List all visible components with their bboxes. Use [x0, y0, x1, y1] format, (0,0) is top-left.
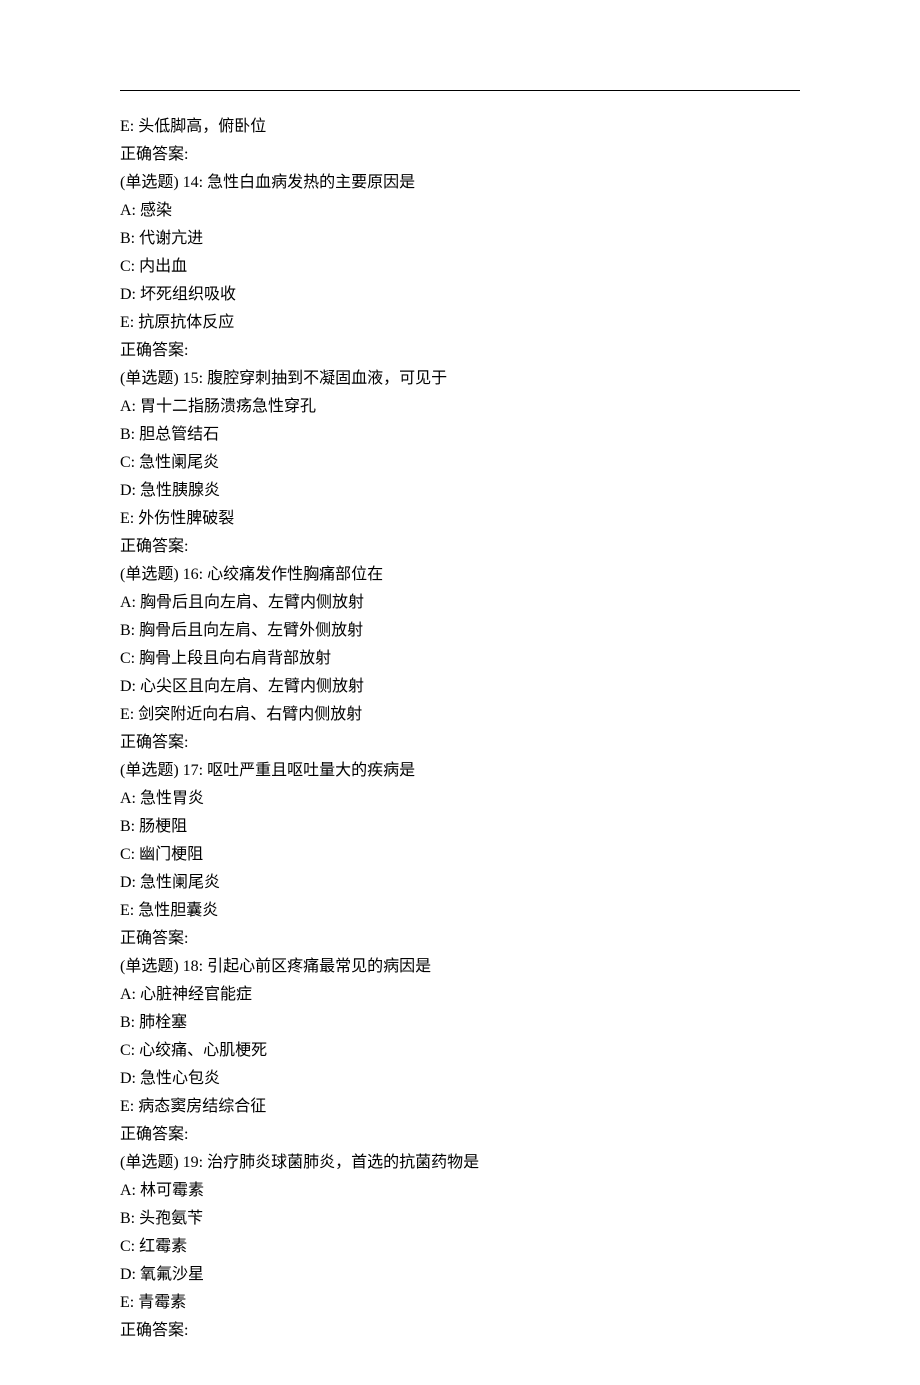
document-page: E: 头低脚高，俯卧位 正确答案: (单选题) 14: 急性白血病发热的主要原因… — [0, 0, 920, 1385]
text-line: E: 外伤性脾破裂 — [120, 505, 800, 533]
text-line: C: 胸骨上段且向右肩背部放射 — [120, 645, 800, 673]
top-rule — [120, 90, 800, 91]
text-line: 正确答案: — [120, 533, 800, 561]
text-line: A: 感染 — [120, 197, 800, 225]
text-line: D: 坏死组织吸收 — [120, 281, 800, 309]
text-line: C: 急性阑尾炎 — [120, 449, 800, 477]
text-line: C: 内出血 — [120, 253, 800, 281]
text-line: A: 胸骨后且向左肩、左臂内侧放射 — [120, 589, 800, 617]
text-line: (单选题) 14: 急性白血病发热的主要原因是 — [120, 169, 800, 197]
text-line: B: 胸骨后且向左肩、左臂外侧放射 — [120, 617, 800, 645]
text-line: (单选题) 16: 心绞痛发作性胸痛部位在 — [120, 561, 800, 589]
text-line: 正确答案: — [120, 141, 800, 169]
text-line: B: 肺栓塞 — [120, 1009, 800, 1037]
text-line: E: 青霉素 — [120, 1289, 800, 1317]
text-line: C: 幽门梗阻 — [120, 841, 800, 869]
text-line: E: 头低脚高，俯卧位 — [120, 113, 800, 141]
text-line: E: 急性胆囊炎 — [120, 897, 800, 925]
text-line: (单选题) 18: 引起心前区疼痛最常见的病因是 — [120, 953, 800, 981]
text-line: 正确答案: — [120, 1121, 800, 1149]
text-line: D: 急性阑尾炎 — [120, 869, 800, 897]
text-line: 正确答案: — [120, 337, 800, 365]
text-line: A: 急性胃炎 — [120, 785, 800, 813]
text-line: 正确答案: — [120, 925, 800, 953]
text-line: (单选题) 15: 腹腔穿刺抽到不凝固血液，可见于 — [120, 365, 800, 393]
text-line: 正确答案: — [120, 729, 800, 757]
text-line: D: 急性心包炎 — [120, 1065, 800, 1093]
text-line: C: 心绞痛、心肌梗死 — [120, 1037, 800, 1065]
text-line: D: 心尖区且向左肩、左臂内侧放射 — [120, 673, 800, 701]
text-line: E: 剑突附近向右肩、右臂内侧放射 — [120, 701, 800, 729]
text-line: D: 氧氟沙星 — [120, 1261, 800, 1289]
text-line: B: 肠梗阻 — [120, 813, 800, 841]
text-line: D: 急性胰腺炎 — [120, 477, 800, 505]
text-line: E: 抗原抗体反应 — [120, 309, 800, 337]
text-line: B: 头孢氨苄 — [120, 1205, 800, 1233]
text-line: A: 林可霉素 — [120, 1177, 800, 1205]
text-line: (单选题) 19: 治疗肺炎球菌肺炎，首选的抗菌药物是 — [120, 1149, 800, 1177]
text-line: B: 代谢亢进 — [120, 225, 800, 253]
text-line: C: 红霉素 — [120, 1233, 800, 1261]
text-line: A: 心脏神经官能症 — [120, 981, 800, 1009]
text-line: E: 病态窦房结综合征 — [120, 1093, 800, 1121]
text-line: 正确答案: — [120, 1317, 800, 1345]
text-line: (单选题) 17: 呕吐严重且呕吐量大的疾病是 — [120, 757, 800, 785]
text-line: A: 胃十二指肠溃疡急性穿孔 — [120, 393, 800, 421]
text-line: B: 胆总管结石 — [120, 421, 800, 449]
